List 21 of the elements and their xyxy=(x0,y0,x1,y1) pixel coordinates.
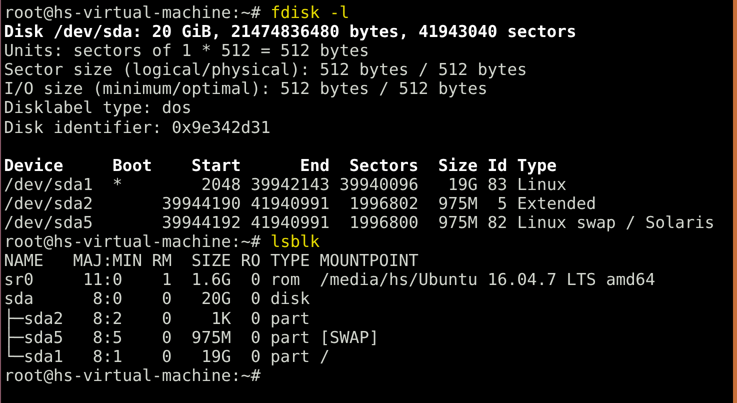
output-line: Device Boot Start End Sectors Size Id Type xyxy=(4,156,557,175)
output-line: ├─sda5 8:5 0 975M 0 part [SWAP] xyxy=(4,328,379,347)
output-line: /dev/sda2 39944190 41940991 1996802 975M 5 Extended xyxy=(4,194,596,213)
output-line: └─sda1 8:1 0 19G 0 part / xyxy=(4,346,330,366)
output-line: I/O size (minimum/optimal): 512 bytes / 512 bytes xyxy=(4,79,488,98)
output-line: sr0 11:0 1 1.6G 0 rom /media/hs/Ubuntu 16.04.7 LTS amd64 xyxy=(4,270,656,290)
output-line: ├─sda2 8:2 0 1K 0 part xyxy=(4,308,310,328)
output-line: Disk identifier: 0x9e342d31 xyxy=(4,118,270,137)
output-line: /dev/sda5 39944192 41940991 1996800 975M 82 Linux swap / Solaris xyxy=(4,213,714,232)
output-line: NAME MAJ:MIN RM SIZE RO TYPE MOUNTPOINT xyxy=(4,251,418,270)
output-line: Units: sectors of 1 * 512 = 512 bytes xyxy=(4,41,370,60)
output-line: Disklabel type: dos xyxy=(4,98,192,118)
output-line: /dev/sda1 * 2048 39942143 39940096 19G 83 Linux xyxy=(4,174,566,194)
shell-prompt: root@hs-virtual-machine:~# xyxy=(4,366,261,385)
command-text: lsblk xyxy=(270,232,320,252)
shell-prompt: root@hs-virtual-machine:~# xyxy=(4,3,261,22)
command-text: fdisk -l xyxy=(270,3,350,22)
shell-prompt: root@hs-virtual-machine:~# xyxy=(4,232,261,252)
output-line: sda 8:0 0 20G 0 disk xyxy=(4,289,310,308)
output-line: Disk /dev/sda: 20 GiB, 21474836480 bytes, 41943040 sectors xyxy=(4,22,576,42)
output-line: Sector size (logical/physical): 512 bytes / 512 bytes xyxy=(4,60,528,80)
